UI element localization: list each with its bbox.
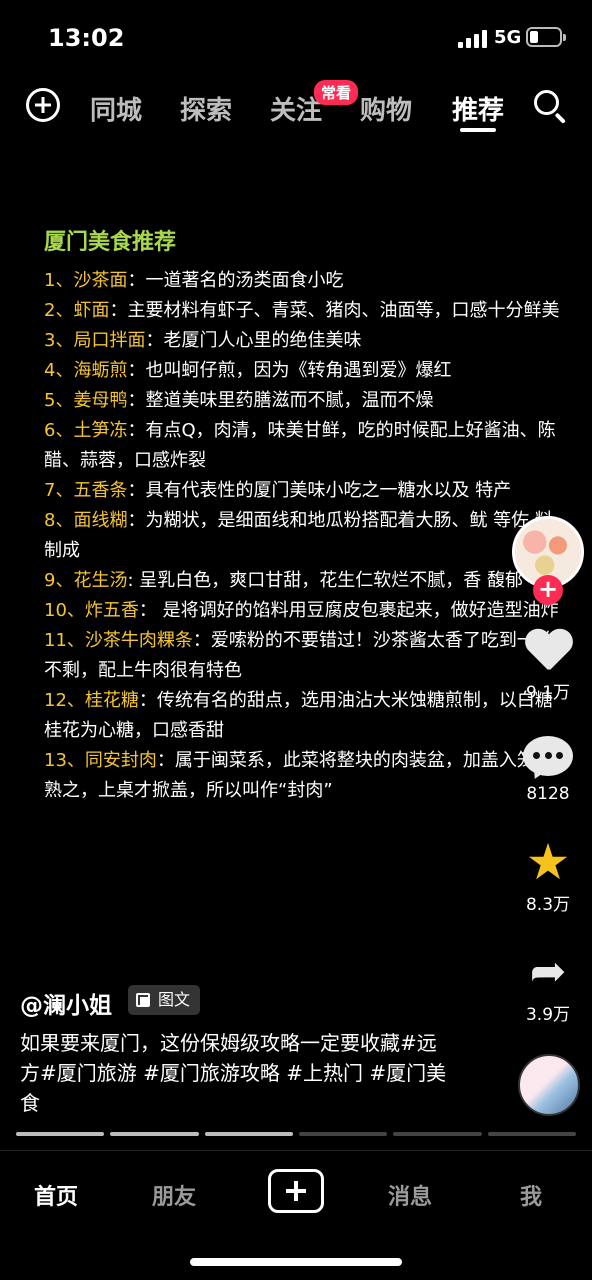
progress-segment: [298, 1132, 388, 1136]
item-number: 12、: [44, 690, 85, 711]
item-number: 13、: [44, 750, 85, 771]
item-number: 11、: [44, 630, 85, 651]
favorite-count: 8.3万: [525, 895, 571, 915]
item-description: ：一道著名的汤类面食小吃: [127, 270, 344, 291]
item-description: ：主要材料有虾子、青菜、猪肉、油面等，口感十分鲜美: [109, 300, 560, 321]
progress-segment: [16, 1132, 105, 1136]
item-name: 土笋冻: [73, 420, 128, 441]
tab-explore[interactable]: 探索: [180, 90, 232, 127]
status-bar: 13:02 5G: [0, 0, 592, 76]
item-number: 7、: [44, 480, 74, 501]
post-type-label: 图文: [158, 990, 191, 1009]
status-time: 13:02: [48, 24, 125, 52]
item-number: 10、: [44, 600, 85, 621]
post-type-badge: 图文: [128, 985, 201, 1015]
list-item: 4、海蛎煎：也叫蚵仔煎，因为《转角遇到爱》爆红: [44, 356, 564, 386]
heart-icon: [524, 630, 572, 674]
active-tab-indicator: [460, 128, 496, 132]
list-item: 10、炸五香： 是将调好的馅料用豆腐皮包裹起来，做好造型油炸: [44, 596, 564, 626]
item-number: 1、: [44, 270, 74, 291]
favorite-button[interactable]: ★ 8.3万: [512, 833, 584, 915]
progress-segment: [487, 1132, 576, 1136]
item-description: ：也叫蚵仔煎，因为《转角遇到爱》爆红: [127, 360, 452, 381]
list-item: 9、花生汤: 呈乳白色，爽口甘甜，花生仁软烂不腻，香 馥郁: [44, 566, 564, 596]
home-indicator: [190, 1258, 402, 1266]
item-description: ：整道美味里药膳滋而不腻，温而不燥: [127, 390, 434, 411]
nav-friends[interactable]: 朋友: [152, 1179, 196, 1211]
image-text-icon: [136, 993, 150, 1007]
item-name: 同安封肉: [84, 750, 157, 771]
battery-icon: [526, 27, 566, 47]
page-progress: [16, 1132, 576, 1136]
item-name: 花生汤: [73, 570, 128, 591]
item-number: 3、: [44, 330, 74, 351]
nav-me[interactable]: 我: [520, 1179, 542, 1211]
item-name: 虾面: [73, 300, 110, 321]
post-caption[interactable]: 如果要来厦门，这份保姆级攻略一定要收藏#远方#厦门旅游 #厦门旅游攻略 #上热门…: [20, 1028, 450, 1118]
like-button[interactable]: 9.1万: [512, 630, 584, 703]
item-name: 面线糊: [73, 510, 128, 531]
list-item: 3、局口拌面：老厦门人心里的绝佳美味: [44, 326, 564, 356]
comment-icon: [523, 736, 573, 783]
item-number: 4、: [44, 360, 74, 381]
list-item: 7、五香条：具有代表性的厦门美味小吃之一糖水以及 特产: [44, 476, 564, 506]
list-item: 13、同安封肉：属于闽菜系，此菜将整块的肉装盆，加盖入笼蒸熟之，上桌才掀盖，所以…: [44, 746, 564, 806]
list-item: 12、桂花糖：传统有名的甜点，选用油沾大米蚀糖煎制，以白糖桂花为心糖，口感香甜: [44, 686, 564, 746]
item-description: : 呈乳白色，爽口甘甜，花生仁软烂不腻，香 馥郁: [127, 570, 523, 591]
item-name: 炸五香: [84, 600, 139, 621]
music-disc[interactable]: [518, 1054, 580, 1116]
item-number: 9、: [44, 570, 74, 591]
tab-local[interactable]: 同城: [90, 90, 142, 127]
tab-shopping[interactable]: 购物: [360, 90, 412, 127]
progress-segment: [393, 1132, 482, 1136]
create-button[interactable]: [268, 1169, 324, 1213]
item-number: 2、: [44, 300, 74, 321]
star-icon: ★: [525, 833, 571, 891]
share-count: 3.9万: [525, 1005, 571, 1025]
item-description: ：具有代表性的厦门美味小吃之一糖水以及 特产: [127, 480, 512, 501]
progress-segment: [110, 1132, 199, 1136]
share-arrow-icon: ➦: [529, 946, 567, 997]
item-number: 8、: [44, 510, 74, 531]
nav-home[interactable]: 首页: [34, 1179, 78, 1211]
item-number: 5、: [44, 390, 74, 411]
like-count: 9.1万: [525, 683, 571, 703]
post-title: 厦门美食推荐: [44, 230, 177, 255]
following-badge: 常看: [314, 80, 359, 105]
item-name: 海蛎煎: [73, 360, 128, 381]
tab-recommended[interactable]: 推荐: [452, 90, 504, 127]
item-description: ： 是将调好的馅料用豆腐皮包裹起来，做好造型油炸: [138, 600, 559, 621]
network-type: 5G: [494, 27, 522, 48]
comment-button[interactable]: 8128: [512, 736, 584, 804]
list-item: 5、姜母鸭：整道美味里药膳滋而不腻，温而不燥: [44, 386, 564, 416]
list-item: 8、面线糊：为糊状，是细面线和地瓜粉搭配着大肠、鱿 等佐 料制成: [44, 506, 564, 566]
progress-segment: [204, 1132, 293, 1136]
nav-messages[interactable]: 消息: [388, 1179, 432, 1211]
post-image[interactable]: 厦门美食推荐 1、沙茶面：一道著名的汤类面食小吃 2、虾面：主要材料有虾子、青菜、…: [44, 228, 564, 806]
share-button[interactable]: ➦ 3.9万: [512, 946, 584, 1026]
food-list: 1、沙茶面：一道著名的汤类面食小吃 2、虾面：主要材料有虾子、青菜、猪肉、油面等，…: [44, 266, 564, 806]
item-name: 五香条: [73, 480, 128, 501]
search-icon[interactable]: [534, 90, 566, 124]
add-circle-icon[interactable]: [26, 88, 60, 122]
top-nav: 同城 探索 关注 常看 购物 推荐: [0, 80, 592, 136]
list-item: 2、虾面：主要材料有虾子、青菜、猪肉、油面等，口感十分鲜美: [44, 296, 564, 326]
item-description: ：老厦门人心里的绝佳美味: [145, 330, 362, 351]
item-number: 6、: [44, 420, 74, 441]
comment-count: 8128: [526, 784, 570, 804]
list-item: 11、沙茶牛肉粿条：爱嗦粉的不要错过！沙茶酱太香了吃到一丝不剩，配上牛肉很有特色: [44, 626, 564, 686]
list-item: 6、土笋冻：有点Q，肉清，味美甘鲜，吃的时候配上好酱油、陈醋、蒜蓉，口感炸裂: [44, 416, 564, 476]
item-name: 桂花糖: [84, 690, 139, 711]
item-name: 局口拌面: [73, 330, 146, 351]
author-name[interactable]: @澜小姐: [20, 986, 112, 1020]
signal-icon: [458, 30, 488, 48]
list-item: 1、沙茶面：一道著名的汤类面食小吃: [44, 266, 564, 296]
item-name: 姜母鸭: [73, 390, 128, 411]
item-name: 沙茶牛肉粿条: [84, 630, 193, 651]
follow-plus-button[interactable]: +: [533, 575, 563, 605]
item-name: 沙茶面: [73, 270, 128, 291]
